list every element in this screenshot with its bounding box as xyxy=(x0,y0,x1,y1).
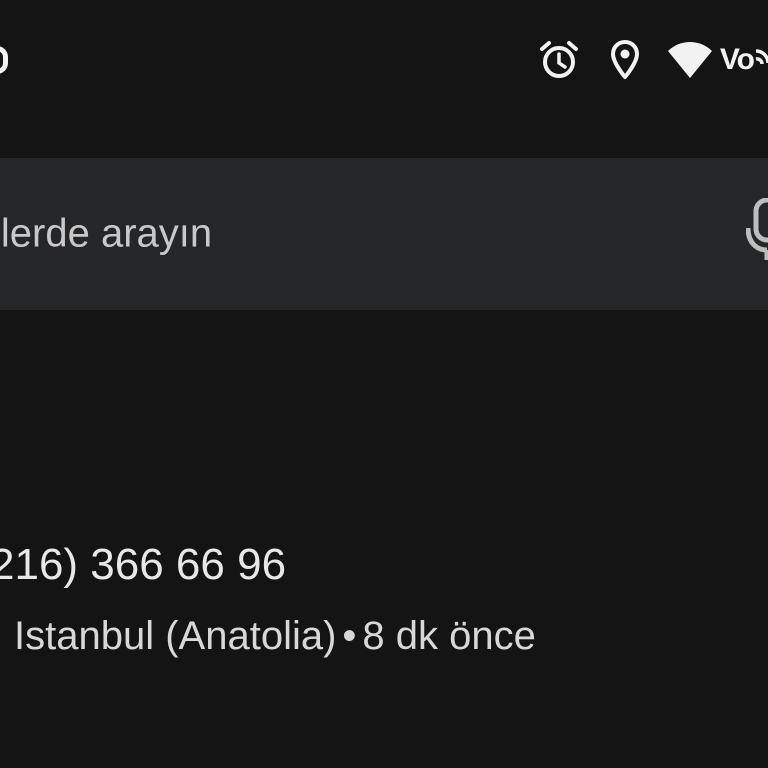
call-details: Istanbul (Anatolia) • 8 dk önce xyxy=(14,614,536,659)
search-input[interactable]: ilerde arayın xyxy=(0,212,212,257)
phone-number[interactable]: 216) 366 66 96 xyxy=(0,540,286,590)
notification-dot-icon xyxy=(0,46,8,74)
volte-signal-icon xyxy=(755,49,768,65)
network-label: Vo xyxy=(720,43,768,77)
search-bar[interactable]: ilerde arayın xyxy=(0,158,768,310)
location-icon xyxy=(610,40,639,79)
alarm-icon xyxy=(539,41,578,78)
separator-dot: • xyxy=(342,614,357,658)
status-bar: Vo xyxy=(0,0,768,120)
screen: Vo ilerde arayın 216) 366 66 96 Istanbul… xyxy=(0,0,768,768)
status-icons: Vo xyxy=(538,36,768,84)
call-location: Istanbul (Anatolia) xyxy=(14,614,337,658)
call-time: 8 dk önce xyxy=(362,614,536,658)
wifi-icon xyxy=(667,42,712,78)
mic-icon[interactable] xyxy=(746,198,768,262)
